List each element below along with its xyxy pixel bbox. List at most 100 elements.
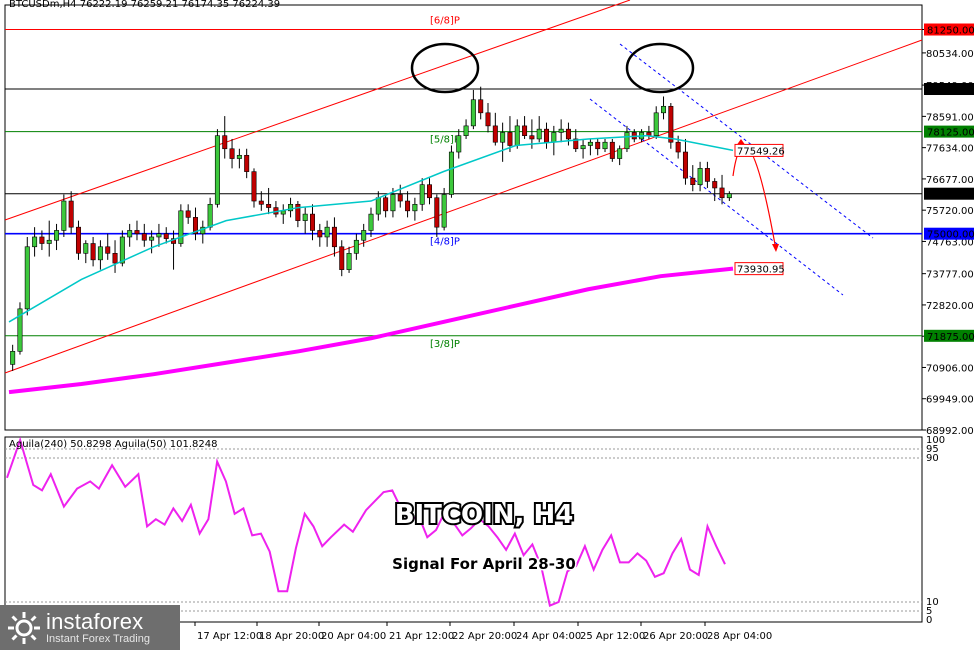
candle-bear — [690, 177, 696, 185]
candle-bear — [609, 141, 615, 159]
level-tag: 76224.39 — [927, 190, 975, 201]
candle-bear — [595, 141, 601, 150]
time-tick-label: 18 Apr 20:00 — [259, 631, 324, 642]
candle-bull — [624, 132, 630, 150]
time-tick-label: 25 Apr 12:00 — [580, 631, 645, 642]
level-tag: 79428.89 — [927, 85, 975, 96]
candle-bull — [375, 197, 381, 215]
candle-bull — [419, 184, 425, 205]
candle-bear — [75, 226, 81, 254]
candle-bull — [346, 253, 352, 270]
level-label: [5/8]P — [430, 135, 460, 146]
candle-bull — [214, 135, 220, 205]
candle-bull — [587, 141, 593, 146]
logo-brand: instaforex — [46, 608, 144, 634]
candle-bull — [97, 246, 103, 261]
candle-bull — [580, 145, 586, 150]
candle-bull — [448, 151, 454, 195]
level-tag: 81250.00 — [927, 26, 975, 37]
candle-bull — [156, 233, 162, 238]
price-tick-label: 78591.00 — [926, 112, 974, 123]
candle-bear — [266, 204, 272, 208]
candle-bear — [90, 243, 96, 261]
level-label: [3/8]P — [430, 339, 460, 350]
osc-level-label: 90 — [926, 453, 939, 464]
time-tick-label: 17 Apr 12:00 — [197, 631, 262, 642]
candle-bull — [390, 194, 396, 212]
logo-tagline: Instant Forex Trading — [46, 632, 150, 645]
candle-bull — [178, 210, 184, 244]
candle-bull — [32, 236, 38, 248]
target-label: 73930.95 — [737, 265, 785, 276]
time-tick-label: 21 Apr 12:00 — [389, 631, 454, 642]
candle-bear — [39, 236, 45, 244]
candle-bear — [675, 141, 681, 153]
candle-bear — [331, 226, 337, 248]
candle-bear — [383, 197, 389, 212]
level-tag: 71875.00 — [927, 332, 975, 343]
price-tick-label: 72820.00 — [926, 301, 974, 312]
candle-bull — [412, 204, 418, 212]
time-tick-label: 24 Apr 04:00 — [516, 631, 581, 642]
candle-bull — [54, 230, 60, 241]
level-label: [6/8]P — [430, 16, 460, 27]
candle-bull — [236, 154, 242, 159]
candle-bear — [141, 233, 147, 241]
candle-bear — [719, 187, 725, 199]
osc-level-label: 0 — [926, 615, 932, 626]
candle-bear — [105, 246, 111, 254]
candle-bear — [507, 132, 513, 146]
candle-bull — [602, 141, 608, 150]
candle-bull — [127, 230, 133, 238]
candle-bear — [529, 135, 535, 140]
candle-bull — [617, 148, 623, 159]
candle-bear — [134, 230, 140, 235]
candle-bear — [185, 210, 191, 218]
candle-bear — [434, 197, 440, 228]
candle-bull — [207, 204, 213, 228]
candle-bear — [682, 151, 688, 179]
candle-bull — [83, 243, 89, 254]
candle-bear — [397, 194, 403, 202]
candle-bull — [697, 168, 703, 185]
candle-bull — [441, 194, 447, 228]
candle-bear — [310, 213, 315, 231]
candle-bear — [522, 125, 528, 136]
candle-bear — [565, 128, 571, 140]
instaforex-logo: instaforex Instant Forex Trading — [0, 605, 180, 650]
candle-bear — [222, 135, 228, 150]
chart-header: BTCUSDm,H4 76222.19 76259.21 76174.35 76… — [9, 0, 280, 10]
osc-label: Aguila(240) 50.8298 Aguila(50) 101.8248 — [9, 439, 217, 450]
level-label: [4/8]P — [430, 237, 460, 248]
candle-bull — [46, 239, 52, 244]
candle-bull — [661, 105, 667, 114]
candle-bull — [551, 132, 557, 143]
time-tick-label: 20 Apr 04:00 — [321, 631, 386, 642]
candle-bear — [712, 181, 718, 189]
candle-bull — [149, 236, 155, 241]
candle-bear — [339, 246, 345, 270]
candle-bear — [704, 168, 710, 182]
candle-bull — [558, 128, 564, 133]
price-tick-label: 76677.00 — [926, 175, 974, 186]
candle-bear — [244, 154, 250, 172]
price-tick-label: 75720.00 — [926, 206, 974, 217]
price-tick-label: 70906.00 — [926, 363, 974, 374]
level-tag: 75000.00 — [927, 230, 975, 241]
candle-bear — [317, 230, 323, 238]
candle-bear — [163, 233, 169, 239]
candle-bull — [456, 135, 462, 153]
target-label: 77549.26 — [737, 146, 785, 157]
candle-bear — [485, 112, 491, 127]
price-tick-label: 69949.00 — [926, 395, 974, 406]
time-tick-label: 22 Apr 20:00 — [452, 631, 517, 642]
candle-bull — [361, 230, 367, 241]
level-tag: 78125.00 — [927, 128, 975, 139]
candle-bear — [258, 200, 264, 205]
time-tick-label: 26 Apr 20:00 — [643, 631, 708, 642]
candle-bear — [492, 125, 498, 143]
candle-bull — [119, 236, 125, 264]
candle-bull — [536, 128, 542, 140]
price-tick-label: 80534.00 — [926, 49, 974, 60]
candle-bull — [463, 125, 469, 136]
